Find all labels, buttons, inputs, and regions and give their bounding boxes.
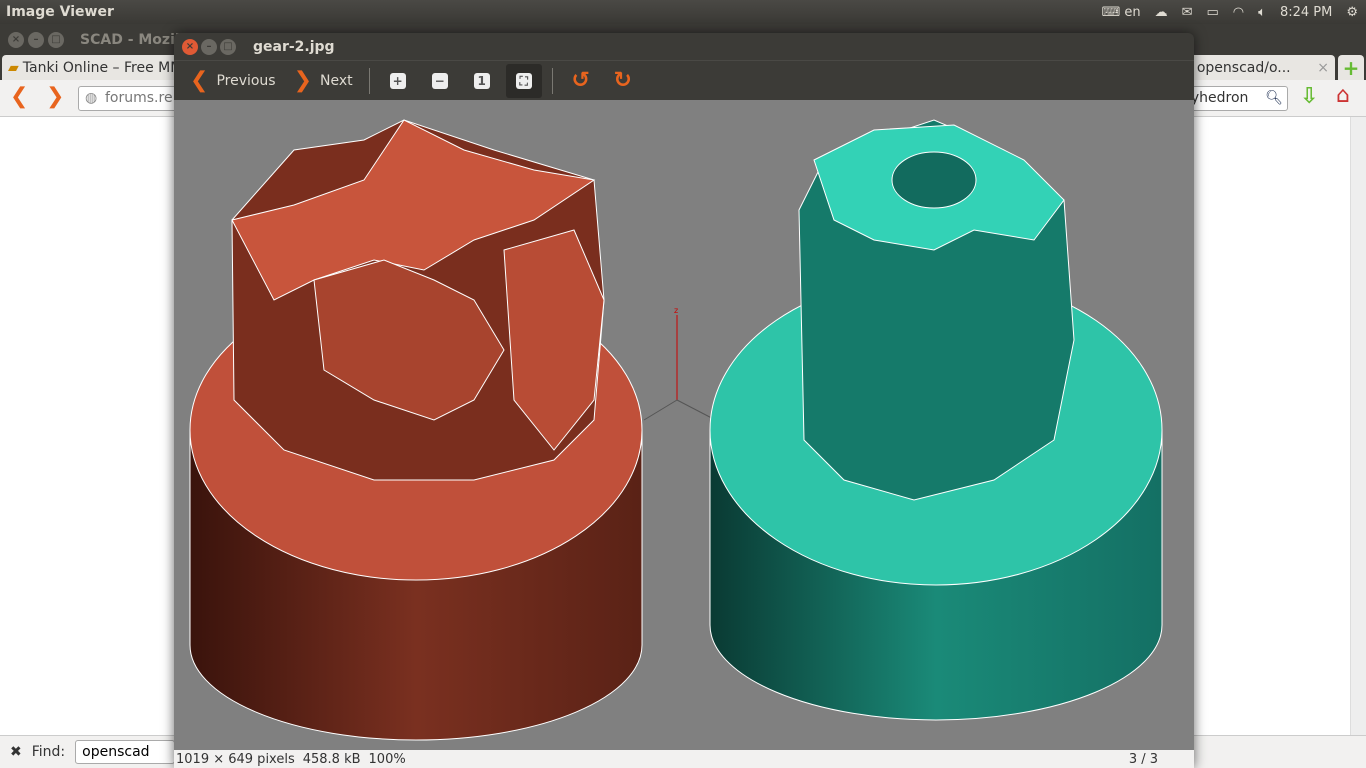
- zoom-out-button[interactable]: −: [422, 64, 458, 98]
- zoom-out-icon: −: [431, 72, 448, 89]
- normal-size-icon: 1: [473, 72, 490, 89]
- z-axis-label: z: [674, 306, 678, 315]
- find-input[interactable]: [75, 740, 176, 764]
- close-icon[interactable]: ×: [182, 38, 198, 55]
- zoom-in-button[interactable]: +: [380, 64, 416, 98]
- new-tab-button[interactable]: +: [1338, 55, 1364, 80]
- normal-size-button[interactable]: 1: [464, 64, 500, 98]
- zoom-in-icon: +: [389, 72, 406, 89]
- image-dimensions: 1019 × 649 pixels: [176, 751, 295, 767]
- keyboard-icon[interactable]: ⌨: [1102, 5, 1121, 20]
- status-bar: 1019 × 649 pixels 458.8 kB 100% 3 / 3: [174, 750, 1194, 768]
- file-size: 458.8 kB: [302, 751, 361, 767]
- rotate-right-icon: ↻: [613, 68, 632, 93]
- viewer-toolbar: ❮ Previous ❯ Next + − 1 ⛶ ↺ ↻: [174, 60, 1194, 100]
- system-tray: ⌨ en ☁ ✉ ▭ ◠ 🔈︎ 8:24 PM ⚙: [1102, 0, 1358, 24]
- close-icon[interactable]: ×: [8, 31, 24, 48]
- chevron-left-icon: ❮: [190, 68, 209, 93]
- previous-button[interactable]: ❮ Previous: [184, 64, 282, 97]
- back-button[interactable]: ❮: [10, 84, 28, 109]
- close-tab-icon[interactable]: ×: [1317, 60, 1329, 76]
- tab-tanki[interactable]: ▰ Tanki Online – Free MMO: [2, 55, 202, 80]
- image-viewer-window: × – □ gear-2.jpg ❮ Previous ❯ Next + − 1 ⛶…: [174, 33, 1194, 768]
- download-icon[interactable]: ⇩: [1300, 84, 1318, 109]
- toolbar-separator: [368, 67, 370, 94]
- home-icon[interactable]: ⌂: [1336, 83, 1350, 108]
- left-gear: [189, 119, 643, 741]
- forward-button[interactable]: ❯: [46, 84, 64, 109]
- right-gear: [709, 119, 1163, 721]
- keyboard-layout[interactable]: en: [1124, 5, 1140, 20]
- close-find-icon[interactable]: ✖: [10, 744, 22, 760]
- find-label: Find:: [31, 744, 66, 760]
- wifi-icon[interactable]: ◠: [1233, 5, 1244, 20]
- gear-render-image: z: [189, 119, 1163, 741]
- power-gear-icon[interactable]: ⚙: [1346, 5, 1358, 20]
- best-fit-icon: ⛶: [515, 72, 532, 89]
- battery-icon[interactable]: ▭: [1207, 5, 1219, 20]
- maximize-icon[interactable]: □: [48, 31, 64, 48]
- best-fit-button[interactable]: ⛶: [505, 63, 542, 98]
- globe-icon: ◍: [85, 90, 98, 106]
- image-position: 3 / 3: [1128, 751, 1158, 767]
- image-display[interactable]: z: [174, 100, 1194, 750]
- chevron-right-icon: ❯: [293, 68, 313, 93]
- search-box[interactable]: lyhedron 🔍︎: [1180, 86, 1288, 111]
- mail-icon[interactable]: ✉: [1182, 5, 1193, 20]
- clock[interactable]: 8:24 PM: [1280, 5, 1332, 20]
- minimize-icon[interactable]: –: [28, 31, 44, 48]
- tank-icon: ▰: [8, 59, 19, 76]
- maximize-icon[interactable]: □: [220, 38, 236, 55]
- top-panel: Image Viewer ⌨ en ☁ ✉ ▭ ◠ 🔈︎ 8:24 PM ⚙: [0, 0, 1366, 24]
- minimize-icon[interactable]: –: [201, 38, 217, 55]
- rotate-right-button[interactable]: ↻: [605, 64, 641, 98]
- search-icon[interactable]: 🔍︎: [1265, 90, 1283, 106]
- volume-icon[interactable]: 🔈︎: [1258, 5, 1266, 20]
- toolbar-separator: [551, 67, 553, 94]
- rotate-left-button[interactable]: ↺: [563, 64, 599, 98]
- cloud-icon[interactable]: ☁: [1155, 5, 1168, 20]
- next-button[interactable]: ❯ Next: [288, 64, 359, 97]
- zoom-level: 100%: [368, 751, 406, 767]
- window-title: gear-2.jpg: [253, 38, 335, 55]
- active-app-title: Image Viewer: [6, 4, 114, 20]
- scrollbar[interactable]: [1350, 117, 1366, 735]
- viewer-titlebar: × – □ gear-2.jpg: [174, 33, 1194, 60]
- rotate-left-icon: ↺: [571, 68, 590, 93]
